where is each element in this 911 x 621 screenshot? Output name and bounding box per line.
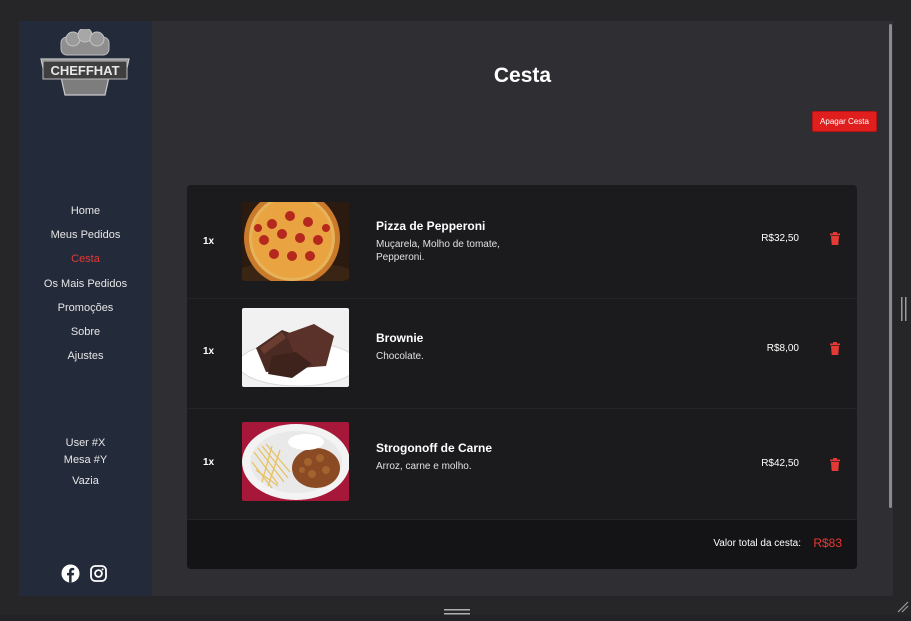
strogonoff-image xyxy=(242,422,349,501)
sidebar-item-meus-pedidos[interactable]: Meus Pedidos xyxy=(19,223,152,247)
resize-handle-icon[interactable] xyxy=(901,297,907,321)
user-label: User #X xyxy=(65,437,106,449)
trash-icon[interactable] xyxy=(829,342,841,355)
item-quantity: 1x xyxy=(203,457,215,468)
item-name: Pizza de Pepperoni xyxy=(376,219,486,233)
main-content: Cesta Apagar Cesta 1x Pizza de Pepperoni… xyxy=(152,21,893,596)
logo-text: CHEFFHAT xyxy=(50,63,119,78)
item-description-line: Arroz, carne e molho. xyxy=(376,461,472,472)
item-description-line: Chocolate. xyxy=(376,351,424,362)
resize-corner-icon[interactable] xyxy=(896,600,909,613)
basket-total-bar: Valor total da cesta: R$83 xyxy=(187,520,857,569)
item-name: Strogonoff de Carne xyxy=(376,441,492,455)
trash-icon[interactable] xyxy=(829,458,841,471)
item-price: R$42,50 xyxy=(761,458,799,469)
trash-icon[interactable] xyxy=(829,232,841,245)
sidebar-item-sobre[interactable]: Sobre xyxy=(19,320,152,344)
total-label: Valor total da cesta: xyxy=(713,538,801,549)
resize-handle-icon[interactable] xyxy=(444,603,470,615)
instagram-icon[interactable] xyxy=(89,564,108,583)
item-info: Brownie Chocolate. xyxy=(376,331,576,363)
item-quantity: 1x xyxy=(203,236,215,247)
sidebar-item-home[interactable]: Home xyxy=(19,199,152,223)
social-links xyxy=(61,564,108,583)
sidebar-item-mais-pedidos[interactable]: Os Mais Pedidos xyxy=(19,272,152,296)
table-status: Vazia xyxy=(72,475,99,487)
page-title: Cesta xyxy=(493,64,552,87)
item-name: Brownie xyxy=(376,331,424,345)
item-price: R$32,50 xyxy=(761,233,799,244)
sidebar-nav: Home Meus Pedidos Cesta Os Mais Pedidos … xyxy=(19,199,152,368)
basket-item: 1x xyxy=(187,185,857,299)
sidebar-item-promocoes[interactable]: Promoções xyxy=(19,296,152,320)
pizza-image xyxy=(242,202,349,281)
table-label: Mesa #Y xyxy=(63,454,108,466)
sidebar-item-cesta[interactable]: Cesta xyxy=(19,247,152,271)
facebook-icon[interactable] xyxy=(61,564,80,583)
sidebar-item-ajustes[interactable]: Ajustes xyxy=(19,344,152,368)
clear-basket-button[interactable]: Apagar Cesta xyxy=(812,111,877,132)
basket-item: 1x Brownie Chocolate. R$8,00 xyxy=(187,295,857,409)
user-info: User #X Mesa #Y Vazia xyxy=(19,435,152,490)
item-info: Strogonoff de Carne Arroz, carne e molho… xyxy=(376,441,576,473)
item-info: Pizza de Pepperoni Muçarela, Molho de to… xyxy=(376,219,576,264)
item-description-line: Pepperoni. xyxy=(376,252,425,263)
item-quantity: 1x xyxy=(203,346,215,357)
brownie-image xyxy=(242,308,349,387)
app-window: CHEFFHAT Home Meus Pedidos Cesta Os Mais… xyxy=(19,21,893,596)
sidebar: CHEFFHAT Home Meus Pedidos Cesta Os Mais… xyxy=(19,21,152,596)
item-price: R$8,00 xyxy=(766,343,799,354)
basket-card: 1x Pizza de Pepperoni Muçarela, Molho de… xyxy=(187,185,857,569)
vertical-scrollbar[interactable] xyxy=(889,24,892,508)
item-description-line: Muçarela, Molho de tomate, xyxy=(376,239,500,250)
basket-item: 1x xyxy=(187,406,857,520)
total-value: R$83 xyxy=(813,536,842,550)
cheffhat-logo[interactable]: CHEFFHAT xyxy=(39,27,131,99)
